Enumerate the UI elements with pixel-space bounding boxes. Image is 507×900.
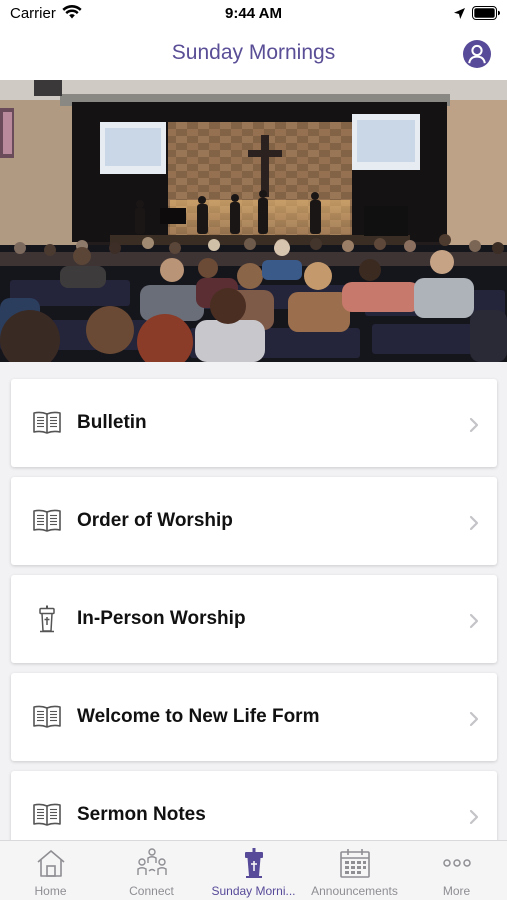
tab-announcements[interactable]: Announcements <box>304 841 405 900</box>
menu-item-bulletin[interactable]: Bulletin <box>11 379 497 467</box>
pulpit-icon <box>39 605 55 633</box>
people-icon <box>137 848 167 875</box>
book-icon <box>33 509 61 532</box>
menu-item-label: Sermon Notes <box>77 804 206 825</box>
battery-icon <box>472 6 500 20</box>
menu-item-order-of-worship[interactable]: Order of Worship <box>11 477 497 565</box>
menu-item-label: Welcome to New Life Form <box>77 706 320 727</box>
menu-item-label: Order of Worship <box>77 510 233 531</box>
chevron-right-icon <box>469 515 479 531</box>
location-arrow-icon <box>454 8 465 19</box>
tab-bar: Home Connect Sunday Morni... Announcemen… <box>0 840 507 900</box>
menu-list: Bulletin Order of Worship In-Person Wors… <box>0 362 507 840</box>
chevron-right-icon <box>469 711 479 727</box>
calendar-icon <box>340 849 370 878</box>
tab-label: Announcements <box>311 884 398 898</box>
worship-photo <box>0 80 507 362</box>
book-icon <box>33 411 61 434</box>
tab-label: Sunday Morni... <box>211 884 296 898</box>
book-icon <box>33 803 61 826</box>
tab-label: More <box>442 884 471 898</box>
tab-label: Connect <box>129 884 174 898</box>
chevron-right-icon <box>469 613 479 629</box>
house-icon <box>37 850 65 877</box>
chevron-right-icon <box>469 809 479 825</box>
pulpit-icon <box>245 848 263 878</box>
hero-image <box>0 80 507 362</box>
tab-label: Home <box>34 884 67 898</box>
more-icon <box>443 859 471 867</box>
status-bar: Carrier 9:44 AM <box>0 0 507 30</box>
navigation-bar: Sunday Mornings <box>0 30 507 80</box>
menu-item-sermon-notes[interactable]: Sermon Notes <box>11 771 497 840</box>
tab-home[interactable]: Home <box>0 841 101 900</box>
clock: 9:44 AM <box>225 5 282 22</box>
book-icon <box>33 705 61 728</box>
menu-item-in-person-worship[interactable]: In-Person Worship <box>11 575 497 663</box>
menu-item-label: In-Person Worship <box>77 608 246 629</box>
tab-connect[interactable]: Connect <box>101 841 202 900</box>
profile-button[interactable] <box>462 39 492 69</box>
page-title: Sunday Mornings <box>171 41 336 64</box>
menu-item-welcome-form[interactable]: Welcome to New Life Form <box>11 673 497 761</box>
tab-more[interactable]: More <box>406 841 507 900</box>
chevron-right-icon <box>469 417 479 433</box>
menu-item-label: Bulletin <box>77 412 147 433</box>
tab-sunday-mornings[interactable]: Sunday Morni... <box>203 841 304 900</box>
